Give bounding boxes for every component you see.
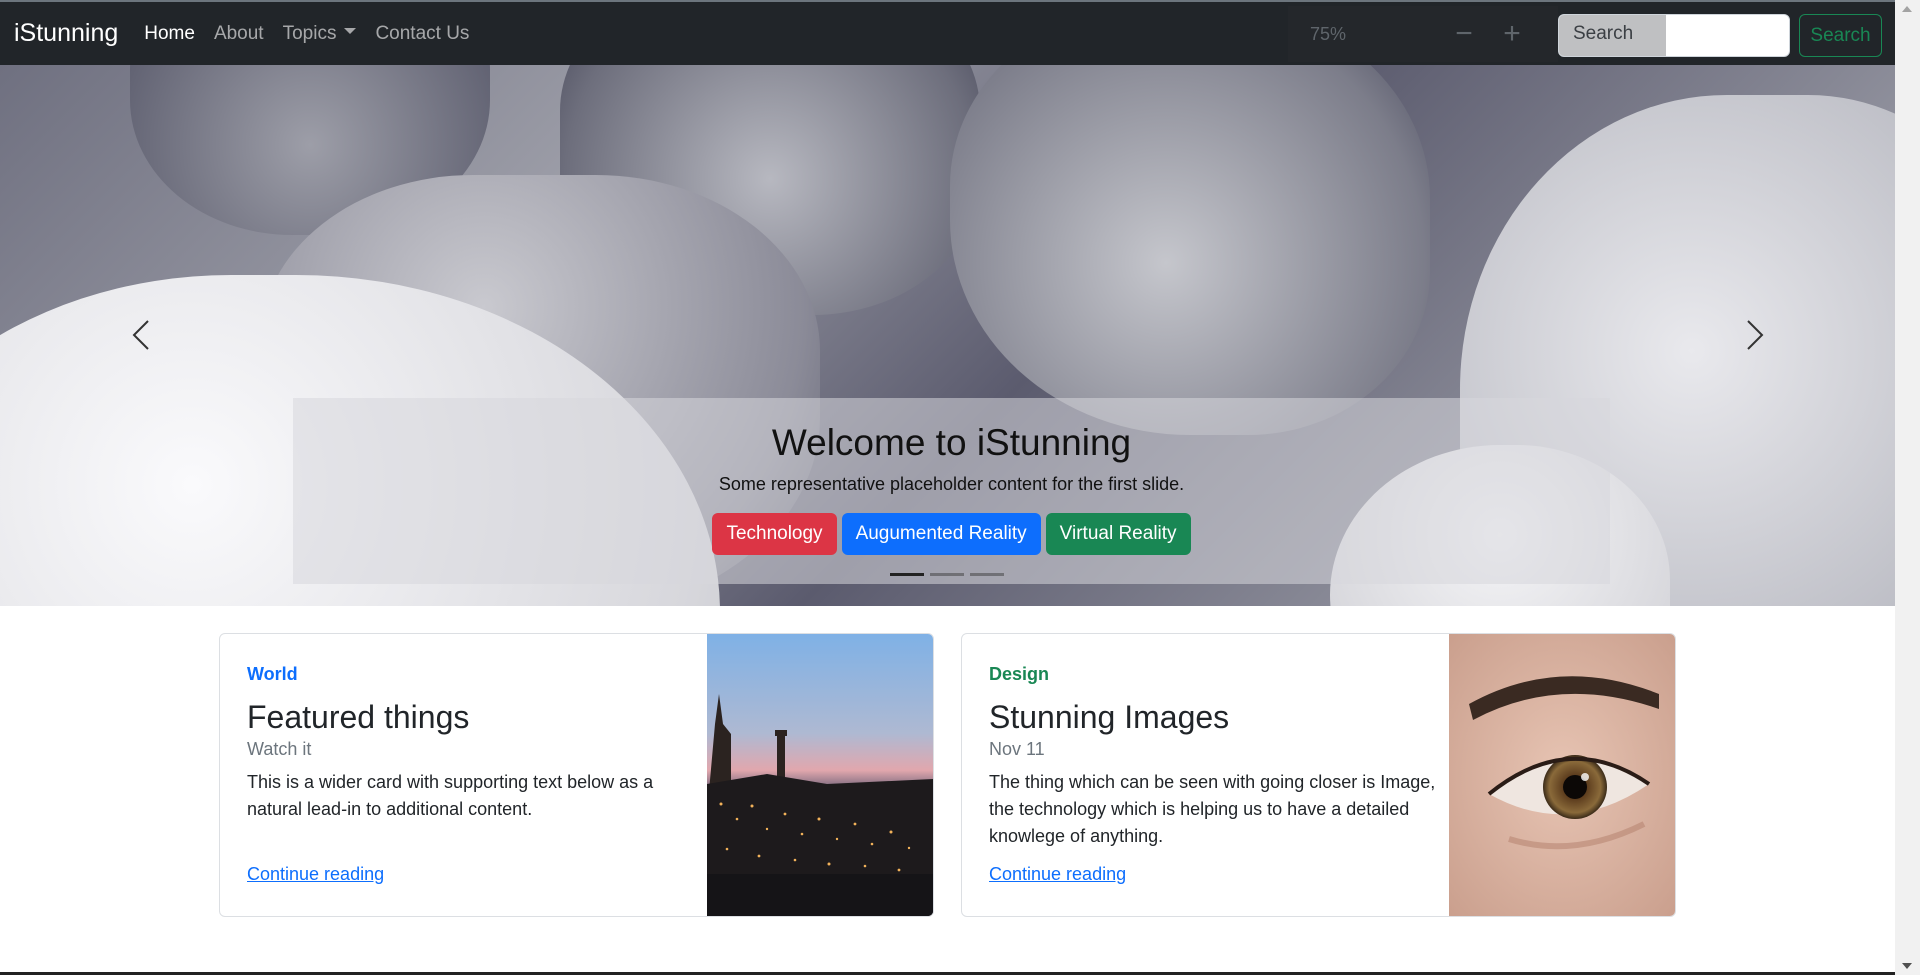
tag-technology-button[interactable]: Technology [712,513,837,555]
card-text: The thing which can be seen with going c… [989,772,1436,846]
zoom-in-button[interactable]: + [1488,19,1536,49]
city-sunset-image [707,634,933,916]
search-button[interactable]: Search [1799,14,1882,57]
brand-logo[interactable]: iStunning [14,19,118,48]
scroll-down-icon[interactable] [1902,963,1912,969]
carousel-indicator-3[interactable] [970,573,1004,576]
carousel-title: Welcome to iStunning [771,422,1132,463]
search-placeholder: Search [1573,23,1634,44]
carousel-prev-button[interactable] [122,315,162,355]
carousel-subtitle: Some representative placeholder content … [718,474,1185,494]
carousel-indicator-1[interactable] [890,573,924,576]
design-card: Design Stunning Images Nov 11 The thing … [961,633,1676,917]
tag-virtual-reality-button[interactable]: Virtual Reality [1045,513,1191,555]
carousel-next-button[interactable] [1734,315,1774,355]
nav-topics-dropdown[interactable]: Topics [283,23,357,45]
page-scrollbar[interactable] [1895,0,1920,975]
card-title: Featured things [247,699,470,735]
zoom-popup: 75% − + [1288,6,1558,62]
caret-down-icon [344,28,357,35]
hero-carousel: Welcome to iStunning Some representative… [0,65,1895,606]
navbar: iStunning Home About Topics Contact Us 7… [0,0,1895,65]
nav-topics-label: Topics [282,22,337,44]
featured-card: World Featured things Watch it This is a… [219,633,934,917]
scroll-up-icon[interactable] [1902,6,1912,12]
zoom-out-button[interactable]: − [1440,19,1488,49]
chevron-left-icon [132,320,149,350]
tag-buttons: Technology Augumented Reality Virtual Re… [293,513,1610,555]
chevron-right-icon [1747,320,1764,350]
continue-reading-link[interactable]: Continue reading [247,864,384,885]
hero-shape [950,65,1430,435]
zoom-level: 75% [1310,23,1347,44]
nav-about[interactable]: About [214,23,264,45]
card-date: Nov 11 [989,739,1045,759]
carousel-indicator-2[interactable] [930,573,964,576]
card-category: Design [989,664,1050,684]
tag-augmented-reality-button[interactable]: Augumented Reality [841,513,1041,555]
card-title: Stunning Images [989,699,1230,735]
card-category: World [247,664,298,684]
nav-contact[interactable]: Contact Us [375,23,469,45]
search-input[interactable]: Search [1558,14,1790,57]
continue-reading-link[interactable]: Continue reading [989,864,1126,885]
card-text: This is a wider card with supporting tex… [247,772,654,819]
card-subtitle: Watch it [247,739,312,759]
eye-closeup-image [1449,634,1675,916]
card-body: World Featured things Watch it This is a… [247,664,697,823]
nav-home[interactable]: Home [144,23,195,45]
carousel-caption: Welcome to iStunning Some representative… [293,398,1610,584]
card-body: Design Stunning Images Nov 11 The thing … [989,664,1439,850]
carousel-indicators [890,573,1004,576]
